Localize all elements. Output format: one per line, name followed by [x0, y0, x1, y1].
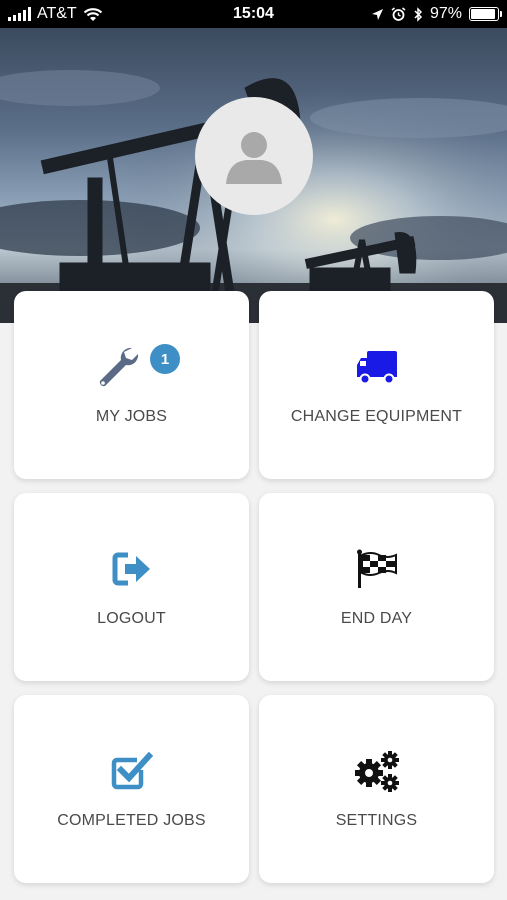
my-jobs-label: MY JOBS — [95, 408, 168, 425]
logout-label: LOGOUT — [97, 610, 166, 627]
alarm-clock-icon — [391, 6, 406, 21]
end-day-tile[interactable]: END DAY — [259, 493, 494, 681]
battery-icon — [469, 7, 502, 21]
checkered-flag-icon — [356, 549, 397, 588]
settings-tile[interactable]: SETTINGS — [259, 695, 494, 883]
change-equipment-label: CHANGE EQUIPMENT — [290, 408, 463, 425]
checkbox-icon — [111, 751, 153, 790]
my-jobs-tile[interactable]: 1 MY JOBS — [14, 291, 249, 479]
completed-jobs-label: COMPLETED JOBS — [57, 812, 206, 829]
jobs-count-badge: 1 — [150, 344, 180, 374]
status-right: 97% — [371, 5, 502, 23]
location-arrow-icon — [371, 8, 383, 20]
gears-icon — [354, 751, 399, 792]
bluetooth-icon — [414, 6, 423, 22]
wrench-icon — [99, 347, 138, 387]
logout-icon — [112, 552, 150, 586]
battery-percent: 97% — [429, 5, 462, 22]
status-bar: AT&T 15:04 97% — [0, 0, 507, 28]
user-silhouette-icon — [226, 132, 282, 184]
logout-tile[interactable]: LOGOUT — [14, 493, 249, 681]
change-equipment-tile[interactable]: CHANGE EQUIPMENT — [259, 291, 494, 479]
end-day-label: END DAY — [340, 610, 413, 627]
profile-avatar[interactable] — [195, 97, 313, 215]
settings-label: SETTINGS — [335, 812, 418, 829]
truck-icon — [356, 351, 397, 385]
completed-jobs-tile[interactable]: COMPLETED JOBS — [14, 695, 249, 883]
